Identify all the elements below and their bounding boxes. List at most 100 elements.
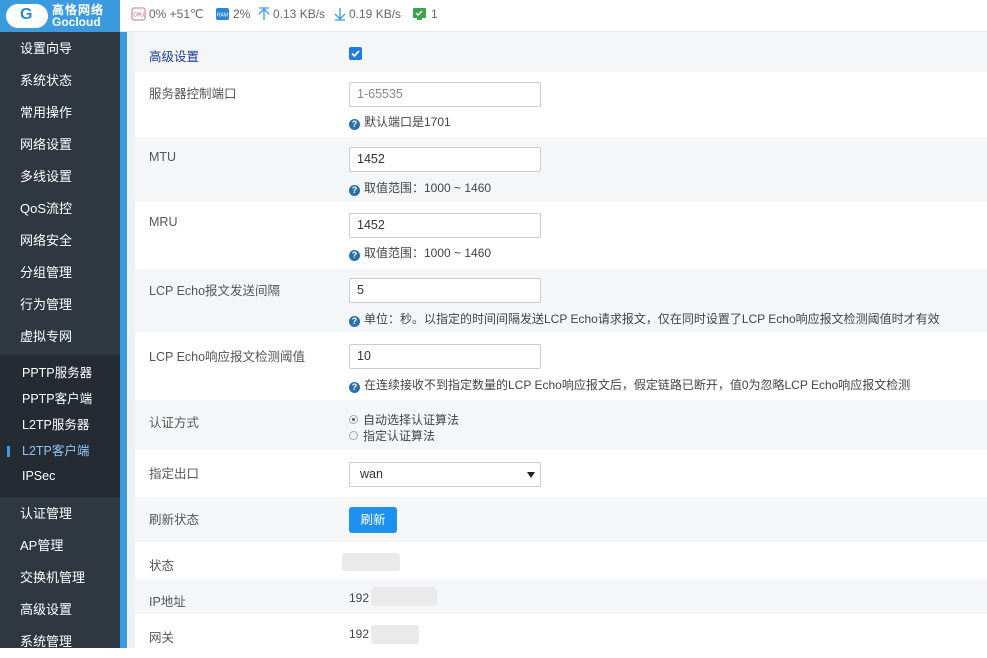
logo-icon: G [6,4,48,28]
sidebar-divider [120,32,127,648]
sidebar: 设置向导 系统状态 常用操作 网络设置 多线设置 QoS流控 网络安全 分组管理… [0,32,120,649]
refresh-button[interactable]: 刷新 [349,507,397,533]
lcp-threshold-label: LCP Echo响应报文检测阈值 [149,350,306,364]
auth-option-specify[interactable]: 指定认证算法 [349,427,435,444]
device-online-icon [413,8,426,20]
refresh-label: 刷新状态 [149,513,200,527]
cpu-stat: CPU 0% +51℃ [131,7,204,21]
sidebar-item-common-ops[interactable]: 常用操作 [0,97,120,129]
interface-select-value: wan [360,467,383,481]
svg-text:CPU: CPU [133,13,144,19]
mtu-hint-text: 取值范围：1000 ~ 1460 [364,181,492,195]
help-icon: ? [349,185,360,196]
sidebar-subitem-pptp-client[interactable]: PPTP客户端 [0,386,120,412]
lcp-interval-label: LCP Echo报文发送间隔 [149,284,281,298]
mtu-label: MTU [149,150,177,164]
ram-icon: RAM [216,8,229,20]
sidebar-item-advanced[interactable]: 高级设置 [0,594,120,626]
svg-text:RAM: RAM [217,13,228,19]
ip-label: IP地址 [149,595,186,609]
sidebar-item-network[interactable]: 网络设置 [0,129,120,161]
status-value-redacted [342,553,400,571]
sidebar-subitem-l2tp-client[interactable]: L2TP客户端 [0,438,120,464]
lcp-interval-hint-text: 单位：秒。以指定的时间间隔发送LCP Echo请求报文，仅在同时设置了LCP E… [364,312,940,326]
content-gutter [127,32,135,648]
interface-select[interactable]: wan [349,462,541,487]
port-input[interactable]: 1-65535 [349,82,541,107]
port-hint: ? 默认端口是1701 [349,113,451,130]
cpu-icon: CPU [131,7,146,21]
lcp-interval-input[interactable]: 5 [349,278,541,303]
upload-arrow-icon [258,7,270,20]
download-arrow-icon [334,8,346,21]
interface-label: 指定出口 [149,467,200,481]
sidebar-item-behavior[interactable]: 行为管理 [0,289,120,321]
mru-hint-text: 取值范围：1000 ~ 1460 [364,246,492,260]
mtu-hint: ? 取值范围：1000 ~ 1460 [349,179,491,196]
auth-option-auto[interactable]: 自动选择认证算法 [349,411,459,428]
ip-value: 192 [349,591,370,605]
sidebar-subitem-ipsec[interactable]: IPSec [0,463,120,489]
advanced-checkbox[interactable] [349,47,362,60]
ram-value: 2% [233,7,251,21]
status-label: 状态 [149,559,175,573]
auth-label: 认证方式 [149,416,200,430]
download-stat: 0.19 KB/s [334,7,401,21]
help-icon: ? [349,382,360,393]
upload-value: 0.13 KB/s [273,7,326,21]
lcp-threshold-input[interactable]: 10 [349,344,541,369]
sidebar-item-setup-wizard[interactable]: 设置向导 [0,33,120,65]
auth-option-specify-label: 指定认证算法 [363,429,436,443]
port-hint-text: 默认端口是1701 [364,115,451,129]
auth-option-auto-label: 自动选择认证算法 [363,413,460,427]
row-port: 服务器控制端口 1-65535 ? 默认端口是1701 [135,73,987,137]
lcp-threshold-hint: ? 在连续接收不到指定数量的LCP Echo响应报文后，假定链路已断开，值0为忽略… [349,376,910,393]
row-auth: 认证方式 自动选择认证算法 指定认证算法 [135,400,987,451]
sidebar-item-multiline[interactable]: 多线设置 [0,161,120,193]
lcp-interval-hint: ? 单位：秒。以指定的时间间隔发送LCP Echo请求报文，仅在同时设置了LCP … [349,310,940,327]
radio-selected-icon [349,415,358,424]
sidebar-item-security[interactable]: 网络安全 [0,225,120,257]
gateway-label: 网关 [149,631,175,645]
row-interface: 指定出口 wan [135,451,987,497]
sidebar-item-system-status[interactable]: 系统状态 [0,65,120,97]
check-icon [351,50,360,58]
row-lcp-threshold: LCP Echo响应报文检测阈值 10 ? 在连续接收不到指定数量的LCP Ech… [135,333,987,400]
caret-down-icon [527,472,535,478]
help-icon: ? [349,250,360,261]
row-advanced: 高级设置 [135,32,987,73]
mru-hint: ? 取值范围：1000 ~ 1460 [349,244,491,261]
sidebar-item-qos[interactable]: QoS流控 [0,193,120,225]
logo[interactable]: G 高恪网络 Gocloud [0,0,120,32]
mru-input[interactable]: 1452 [349,213,541,238]
help-icon: ? [349,316,360,327]
sidebar-item-switch[interactable]: 交换机管理 [0,562,120,594]
devices-count: 1 [431,7,438,21]
brand-en: Gocloud [52,15,101,29]
ip-value-redacted [371,587,437,606]
sidebar-item-system[interactable]: 系统管理 [0,626,120,658]
devices-stat[interactable]: 1 [412,7,438,21]
ram-stat: RAM 2% [215,7,250,21]
sidebar-subitem-l2tp-server[interactable]: L2TP服务器 [0,412,120,438]
download-value: 0.19 KB/s [349,7,402,21]
gateway-value: 192 [349,627,370,641]
sidebar-item-ap[interactable]: AP管理 [0,530,120,562]
mru-label: MRU [149,215,178,229]
row-status: 状态 [135,543,987,579]
sidebar-item-auth[interactable]: 认证管理 [0,498,120,530]
upload-stat: 0.13 KB/s [258,7,325,21]
advanced-label: 高级设置 [149,50,200,64]
row-gateway: 网关 192 [135,615,987,648]
sidebar-subitem-pptp-server[interactable]: PPTP服务器 [0,360,120,386]
radio-unselected-icon [349,431,358,440]
lcp-threshold-hint-text: 在连续接收不到指定数量的LCP Echo响应报文后，假定链路已断开，值0为忽略L… [364,378,911,392]
row-ip: IP地址 192 [135,579,987,615]
sidebar-item-vpn[interactable]: 虚拟专网 [0,321,120,353]
row-mtu: MTU 1452 ? 取值范围：1000 ~ 1460 [135,137,987,203]
row-lcp-interval: LCP Echo报文发送间隔 5 ? 单位：秒。以指定的时间间隔发送LCP Ech… [135,269,987,333]
port-label: 服务器控制端口 [149,87,237,101]
sidebar-item-groups[interactable]: 分组管理 [0,257,120,289]
gateway-value-redacted [371,625,419,644]
mtu-input[interactable]: 1452 [349,147,541,172]
